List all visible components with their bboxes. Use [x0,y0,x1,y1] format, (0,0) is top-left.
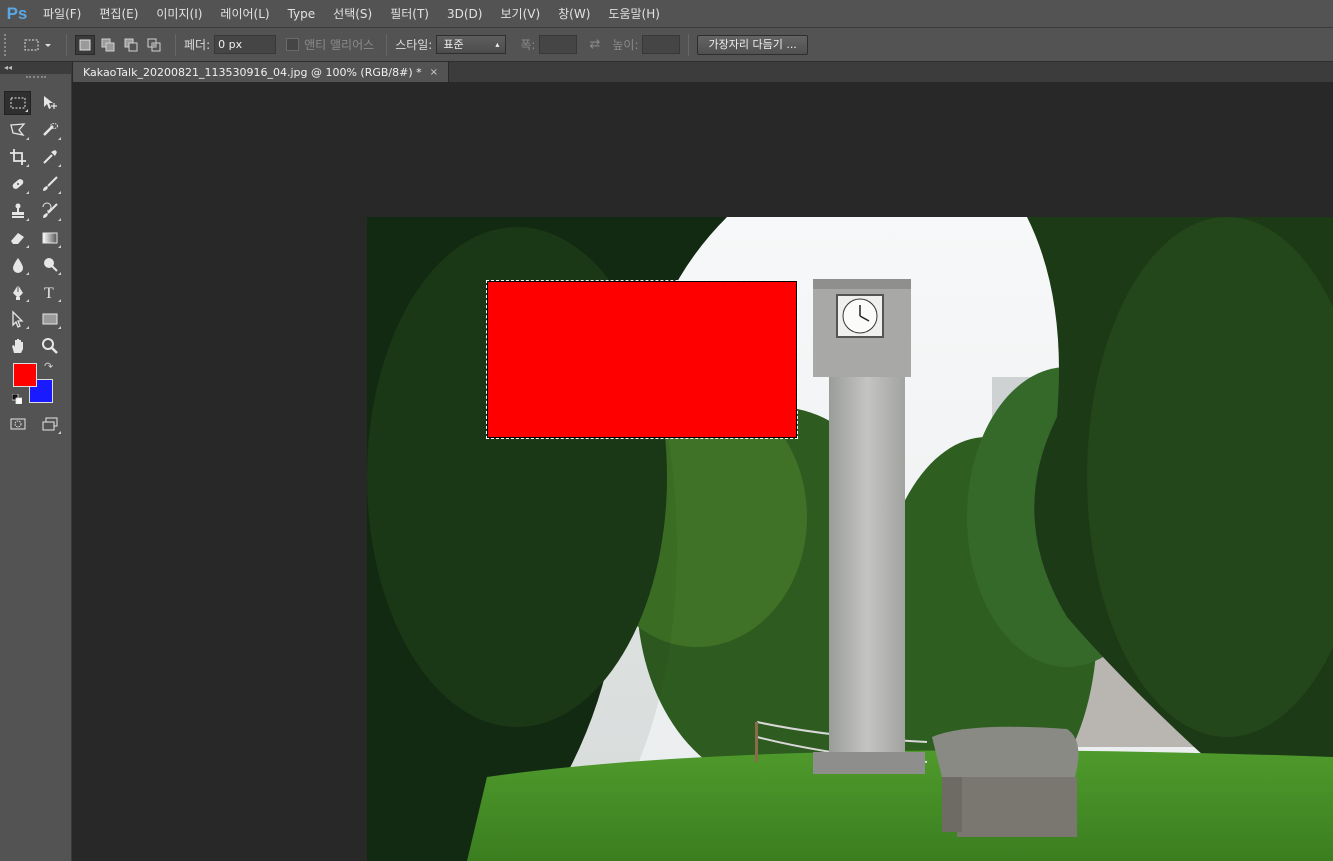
swap-dimensions-icon[interactable]: ⇄ [589,37,600,52]
menu-bar: Ps 파일(F) 편집(E) 이미지(I) 레이어(L) Type 선택(S) … [0,0,1333,28]
antialias-label: 앤티 앨리어스 [304,38,375,52]
brush-icon[interactable] [36,172,63,196]
svg-text:T: T [44,285,54,301]
separator [688,33,690,56]
refine-edge-button[interactable]: 가장자리 다듬기 ... [697,34,808,55]
subtract-selection-button[interactable] [121,35,141,55]
menu-type[interactable]: Type [279,0,325,28]
quick-mask-icon[interactable] [4,412,31,436]
eraser-icon[interactable] [4,226,31,250]
tool-preset-picker[interactable] [18,33,58,57]
pen-icon[interactable] [4,280,31,304]
clone-stamp-icon[interactable] [4,199,31,223]
select-arrows-icon: ▴ [495,40,500,49]
add-selection-button[interactable] [98,35,118,55]
add-to-selection-icon [101,38,115,51]
menu-help[interactable]: 도움말(H) [599,0,669,28]
intersect-selection-icon [147,38,161,51]
width-input[interactable] [539,35,578,54]
default-colors-icon[interactable] [12,394,22,404]
feather-input[interactable]: 0 px [214,35,277,54]
foreground-color-swatch[interactable] [13,363,37,387]
style-select-value: 표준 [443,38,464,51]
menu-window[interactable]: 창(W) [549,0,599,28]
subtract-from-selection-icon [124,38,138,51]
canvas-area[interactable] [73,82,1333,861]
marquee-preset-icon [24,39,51,50]
intersect-selection-button[interactable] [144,35,164,55]
menu-3d[interactable]: 3D(D) [438,0,491,28]
separator [175,33,176,56]
tools-panel: ◂◂ T ↷ [0,62,72,861]
photoshop-logo: Ps [6,3,28,23]
spot-healing-brush-icon[interactable] [4,172,31,196]
separator [386,33,388,56]
height-input[interactable] [642,35,681,54]
feather-label: 페더: [184,38,211,52]
menu-view[interactable]: 보기(V) [491,0,549,28]
panel-grip[interactable] [25,76,46,82]
document-tab-bar: KakaoTalk_20200821_113530916_04.jpg @ 10… [73,62,1333,82]
menu-layer[interactable]: 레이어(L) [211,0,278,28]
document-tab-title: KakaoTalk_20200821_113530916_04.jpg @ 10… [83,65,422,79]
menu-filter[interactable]: 필터(T) [381,0,438,28]
polygonal-lasso-icon[interactable] [4,118,31,142]
move-icon[interactable] [36,91,63,115]
rectangular-marquee-icon[interactable] [4,91,32,115]
menu-file[interactable]: 파일(F) [34,0,90,28]
new-selection-icon [79,39,91,50]
document-tab[interactable]: KakaoTalk_20200821_113530916_04.jpg @ 10… [73,62,450,82]
collapse-panel-icon[interactable]: ◂◂ [0,62,71,74]
options-grip[interactable] [4,33,12,56]
menu-edit[interactable]: 편집(E) [90,0,147,28]
menu-image[interactable]: 이미지(I) [147,0,211,28]
options-bar: 페더: 0 px 앤티 앨리어스 스타일: 표준 ▴ 폭: ⇄ 높이: 가장자리… [0,28,1333,62]
eyedropper-icon[interactable] [36,145,63,169]
type-icon[interactable]: T [36,280,63,304]
height-label: 높이: [612,38,639,52]
new-selection-button[interactable] [75,34,95,55]
quick-selection-icon[interactable] [36,118,63,142]
path-selection-icon[interactable] [4,307,31,331]
hand-icon[interactable] [4,334,31,358]
width-label: 폭: [520,38,536,52]
screen-mode-icon[interactable] [36,412,63,436]
dodge-icon[interactable] [36,253,63,277]
blur-icon[interactable] [4,253,31,277]
menu-select[interactable]: 선택(S) [324,0,381,28]
selection-filled-rectangle[interactable] [486,280,798,439]
style-select[interactable]: 표준 ▴ [436,35,507,54]
rectangle-shape-icon[interactable] [36,307,63,331]
zoom-icon[interactable] [36,334,63,358]
antialias-checkbox[interactable] [286,38,300,51]
swap-colors-icon[interactable]: ↷ [44,360,53,373]
style-label: 스타일: [395,38,433,52]
close-icon[interactable]: × [430,67,438,78]
crop-icon[interactable] [4,145,31,169]
history-brush-icon[interactable] [36,199,63,223]
separator [66,33,67,56]
gradient-icon[interactable] [36,226,63,250]
